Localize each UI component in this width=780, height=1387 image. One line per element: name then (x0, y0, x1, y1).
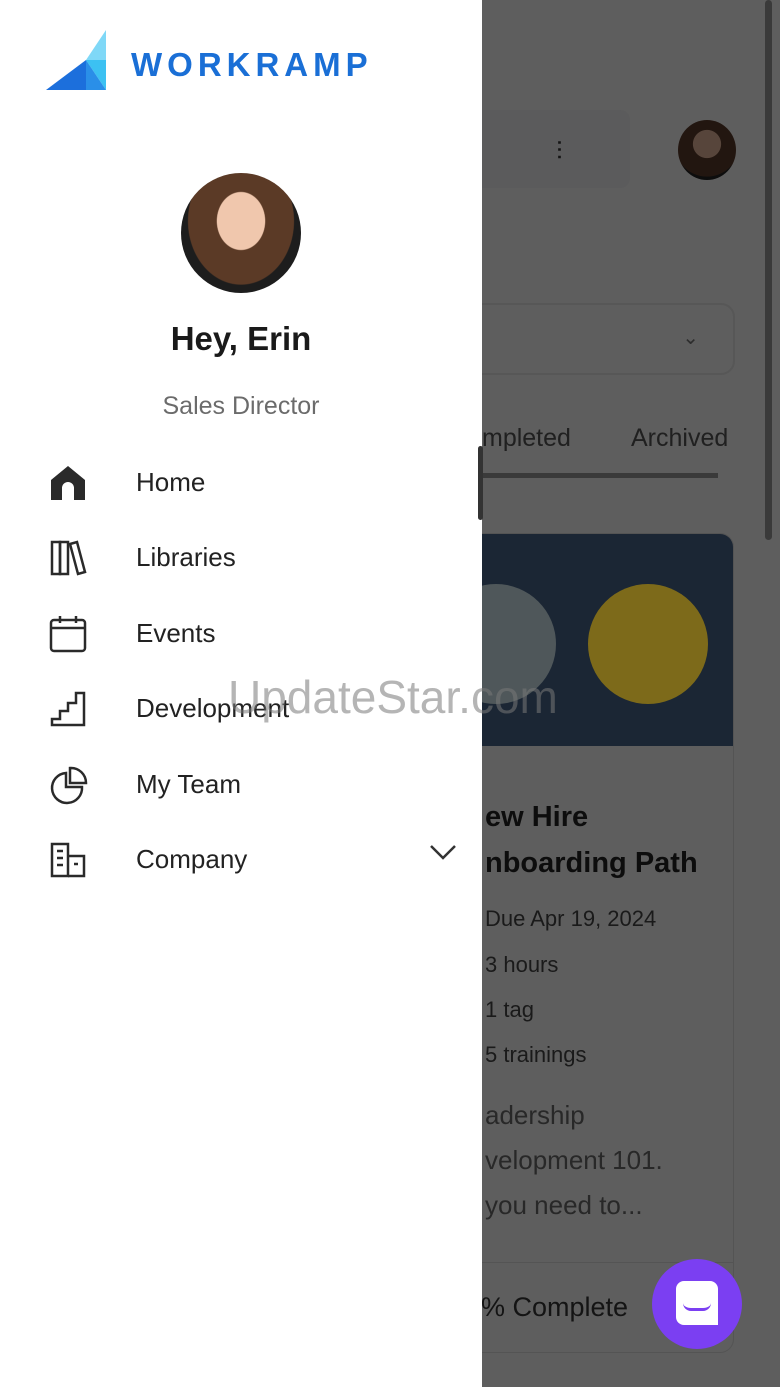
greeting: Hey, Erin (170, 320, 312, 357)
card-duration: 3 hours (485, 952, 559, 977)
tab-archived: Archived (631, 424, 729, 452)
building-icon (50, 842, 86, 877)
chat-button[interactable] (652, 1259, 742, 1349)
nav-item-events[interactable]: Events (0, 596, 482, 671)
nav-label: Development (136, 693, 290, 723)
nav-label: My Team (136, 769, 241, 799)
nav-item-company[interactable]: Company (0, 822, 482, 897)
card-desc: velopment 101. (485, 1145, 663, 1175)
scrollbar[interactable] (765, 0, 772, 540)
nav-item-libraries[interactable]: Libraries (0, 520, 482, 595)
user-role: Sales Director (162, 392, 320, 420)
nav-label: Libraries (136, 542, 236, 572)
card-due: Due Apr 19, 2024 (485, 906, 657, 931)
nav-item-home[interactable]: Home (0, 445, 482, 520)
profile-avatar[interactable] (181, 173, 301, 293)
card-image (441, 534, 733, 746)
nav-label: Company (136, 844, 248, 874)
brand-name: WORKRAMP (131, 46, 373, 83)
card-title: ew Hire nboarding Path (485, 794, 698, 886)
card-trainings: 5 trainings (485, 1042, 587, 1067)
card-desc: you need to... (485, 1190, 643, 1220)
calendar-icon (49, 615, 87, 652)
tab-completed: mpleted (482, 424, 571, 452)
libraries-icon (50, 539, 87, 576)
chevron-down-icon[interactable] (428, 842, 458, 862)
home-icon (51, 465, 85, 500)
workramp-logo (46, 30, 106, 90)
header-avatar (678, 120, 736, 180)
card-tags: 1 tag (485, 997, 534, 1022)
chevron-down-icon: ⌄ (682, 327, 699, 349)
pie-chart-icon (50, 766, 88, 804)
nav-item-my-team[interactable]: My Team (0, 747, 482, 822)
stairs-icon (50, 691, 86, 726)
drawer-handle[interactable] (478, 446, 483, 520)
card-title-line: ew Hire (485, 801, 589, 833)
filter-icon: ⫶ (556, 136, 563, 166)
nav-label: Home (136, 467, 206, 497)
nav-item-development[interactable]: Development (0, 671, 482, 746)
path-card: ew Hire nboarding Path Due Apr 19, 2024 3… (440, 533, 734, 1353)
card-title-line: nboarding Path (485, 847, 698, 879)
card-desc: adership (485, 1100, 585, 1130)
card-progress: % Complete (481, 1292, 629, 1322)
background-select: ⌄ (440, 303, 735, 375)
nav-label: Events (136, 618, 216, 648)
nav-drawer: WORKRAMP Hey, Erin Sales Director Home L… (0, 0, 482, 1387)
